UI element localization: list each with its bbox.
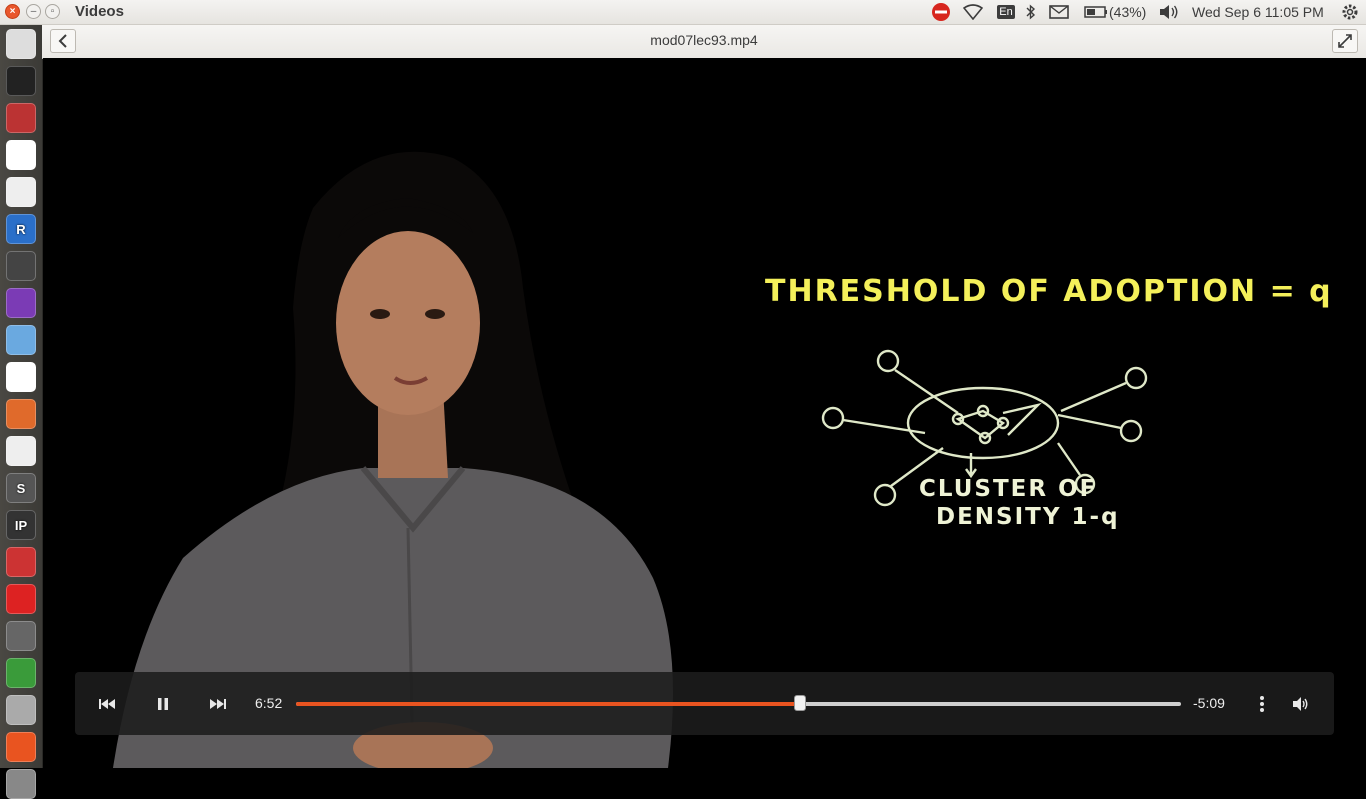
volume-icon [1293, 697, 1308, 711]
board-caption-line2: DENSITY 1-q [936, 504, 1120, 530]
launcher-label: R [16, 221, 26, 237]
volume-icon[interactable] [1158, 3, 1180, 21]
launcher-drive-icon[interactable] [6, 695, 36, 725]
app-title: Videos [75, 3, 124, 20]
launcher-spreadsheet-icon[interactable] [6, 658, 36, 688]
launcher-label: S [16, 480, 26, 496]
keyboard-layout-label: En [997, 5, 1015, 19]
window-close-button[interactable]: × [5, 4, 20, 19]
pause-button[interactable] [151, 694, 175, 714]
fullscreen-icon [1338, 34, 1352, 48]
video-frame[interactable]: THRESHOLD OF ADOPTION = q CLUSTER OF DEN… [43, 58, 1366, 768]
file-title: mod07lec93.mp4 [650, 32, 758, 48]
seek-bar-progress [296, 702, 801, 706]
window-minimize-button[interactable]: – [26, 4, 41, 19]
launcher-terminal-icon[interactable] [6, 66, 36, 96]
remaining-time: -5:09 [1193, 695, 1225, 711]
wifi-icon[interactable] [962, 3, 984, 21]
launcher-text-editor-icon[interactable] [6, 436, 36, 466]
launcher-archive-manager-icon[interactable] [6, 103, 36, 133]
launcher-gmail-icon[interactable] [6, 362, 36, 392]
battery-icon[interactable] [1082, 3, 1110, 21]
launcher-opera-icon[interactable] [6, 584, 36, 614]
board-heading: THRESHOLD OF ADOPTION = q [765, 274, 1333, 309]
mail-icon[interactable] [1047, 3, 1071, 21]
launcher-media-player-icon[interactable] [6, 288, 36, 318]
keyboard-layout-indicator[interactable]: En [995, 3, 1017, 21]
clock[interactable]: Wed Sep 6 11:05 PM [1192, 0, 1324, 24]
launcher-ipython-icon[interactable]: IP [6, 510, 36, 540]
launcher-document-viewer-icon[interactable] [6, 177, 36, 207]
seek-bar[interactable] [296, 695, 1181, 711]
more-vertical-icon [1260, 696, 1264, 712]
launcher-sidebar: R S IP [0, 25, 43, 799]
more-options-button[interactable] [1252, 694, 1272, 714]
launcher-video-clapper-icon[interactable] [6, 251, 36, 281]
launcher-r-icon[interactable]: R [6, 214, 36, 244]
pause-icon [158, 698, 168, 710]
launcher-chrome-icon[interactable] [6, 140, 36, 170]
board-caption-line1: CLUSTER OF [919, 476, 1098, 502]
previous-button[interactable] [95, 694, 119, 714]
system-settings-gear-icon[interactable] [1340, 3, 1360, 21]
battery-percentage: (43%) [1109, 4, 1147, 20]
launcher-text-document-icon[interactable] [6, 325, 36, 355]
launcher-presentation-icon[interactable] [6, 399, 36, 429]
video-header-bar: mod07lec93.mp4 [42, 25, 1366, 59]
seek-handle[interactable] [794, 695, 807, 711]
skip-previous-icon [99, 699, 115, 709]
elapsed-time: 6:52 [255, 695, 283, 711]
launcher-label: IP [14, 517, 28, 533]
fullscreen-button[interactable] [1332, 29, 1358, 53]
top-panel: × – ▫ Videos En (43%) Wed Sep 6 11:05 PM [0, 0, 1366, 25]
launcher-software-center-icon[interactable] [6, 732, 36, 762]
do-not-disturb-icon[interactable] [930, 3, 952, 21]
launcher-sublime-text-icon[interactable]: S [6, 473, 36, 503]
player-controls: 6:52 -5:09 [75, 672, 1334, 735]
next-button[interactable] [206, 694, 230, 714]
launcher-gephi-icon[interactable] [6, 621, 36, 651]
volume-button[interactable] [1289, 694, 1313, 714]
launcher-network-tool-icon[interactable] [6, 547, 36, 577]
bluetooth-icon[interactable] [1024, 3, 1038, 21]
launcher-trash-icon[interactable] [6, 769, 36, 799]
skip-next-icon [210, 699, 226, 709]
window-maximize-button[interactable]: ▫ [45, 4, 60, 19]
launcher-dash-home-icon[interactable] [6, 29, 36, 59]
